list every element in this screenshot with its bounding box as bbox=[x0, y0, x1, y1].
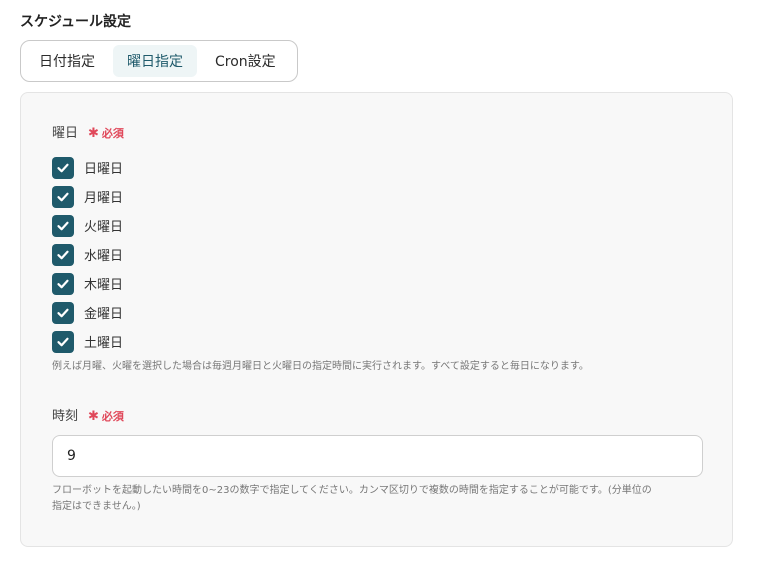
check-icon bbox=[57, 221, 69, 230]
check-icon bbox=[57, 337, 69, 346]
required-badge: ✱ 必須 bbox=[88, 125, 124, 143]
weekday-option-wednesday[interactable]: 水曜日 bbox=[52, 240, 123, 269]
settings-panel: 曜日 ✱ 必須 日曜日 月曜日 火曜日 水曜日 木曜日 金曜日 土曜日 例えば月… bbox=[20, 92, 733, 547]
day-label: 木曜日 bbox=[84, 278, 124, 293]
day-label: 日曜日 bbox=[84, 162, 124, 177]
required-text: 必須 bbox=[101, 127, 124, 140]
checkbox-saturday[interactable] bbox=[52, 330, 74, 353]
weekday-field-label: 曜日 ✱ 必須 bbox=[52, 125, 124, 143]
weekday-label-text: 曜日 bbox=[52, 126, 79, 141]
checkbox-friday[interactable] bbox=[52, 301, 74, 324]
day-label: 水曜日 bbox=[84, 249, 124, 264]
weekday-checkbox-list: 日曜日 月曜日 火曜日 水曜日 木曜日 金曜日 土曜日 bbox=[52, 153, 123, 356]
time-field-label: 時刻 ✱ 必須 bbox=[52, 408, 124, 426]
checkbox-tuesday[interactable] bbox=[52, 214, 74, 237]
day-label: 火曜日 bbox=[84, 220, 124, 235]
required-badge: ✱ 必須 bbox=[88, 408, 124, 426]
check-icon bbox=[57, 163, 69, 172]
check-icon bbox=[57, 308, 69, 317]
day-label: 土曜日 bbox=[84, 336, 124, 351]
day-label: 金曜日 bbox=[84, 307, 124, 322]
required-text: 必須 bbox=[101, 410, 124, 423]
tab-weekday[interactable]: 曜日指定 bbox=[113, 45, 197, 77]
asterisk-icon: ✱ bbox=[88, 409, 99, 424]
time-help-text: フローボットを起動したい時間を0~23の数字で指定してください。カンマ区切りで複… bbox=[52, 483, 652, 515]
schedule-type-tabs: 日付指定 曜日指定 Cron設定 bbox=[20, 40, 298, 82]
weekday-option-saturday[interactable]: 土曜日 bbox=[52, 327, 123, 356]
checkbox-thursday[interactable] bbox=[52, 272, 74, 295]
checkbox-wednesday[interactable] bbox=[52, 243, 74, 266]
check-icon bbox=[57, 279, 69, 288]
weekday-option-friday[interactable]: 金曜日 bbox=[52, 298, 123, 327]
day-label: 月曜日 bbox=[84, 191, 124, 206]
check-icon bbox=[57, 250, 69, 259]
weekday-option-thursday[interactable]: 木曜日 bbox=[52, 269, 123, 298]
section-title: スケジュール設定 bbox=[20, 14, 132, 30]
check-icon bbox=[57, 192, 69, 201]
time-help-line-1: フローボットを起動したい時間を0~23の数字で指定してください。カンマ区切りで複… bbox=[52, 485, 652, 496]
checkbox-sunday[interactable] bbox=[52, 156, 74, 179]
checkbox-monday[interactable] bbox=[52, 185, 74, 208]
time-input[interactable] bbox=[52, 435, 703, 477]
asterisk-icon: ✱ bbox=[88, 126, 99, 141]
weekday-option-tuesday[interactable]: 火曜日 bbox=[52, 211, 123, 240]
weekday-option-sunday[interactable]: 日曜日 bbox=[52, 153, 123, 182]
weekday-option-monday[interactable]: 月曜日 bbox=[52, 182, 123, 211]
weekday-help-text: 例えば月曜、火曜を選択した場合は毎週月曜日と火曜日の指定時間に実行されます。すべ… bbox=[52, 361, 589, 372]
tab-cron[interactable]: Cron設定 bbox=[201, 45, 290, 77]
time-label-text: 時刻 bbox=[52, 409, 79, 424]
time-help-line-2: 指定はできません。) bbox=[52, 501, 141, 512]
tab-date[interactable]: 日付指定 bbox=[25, 45, 109, 77]
